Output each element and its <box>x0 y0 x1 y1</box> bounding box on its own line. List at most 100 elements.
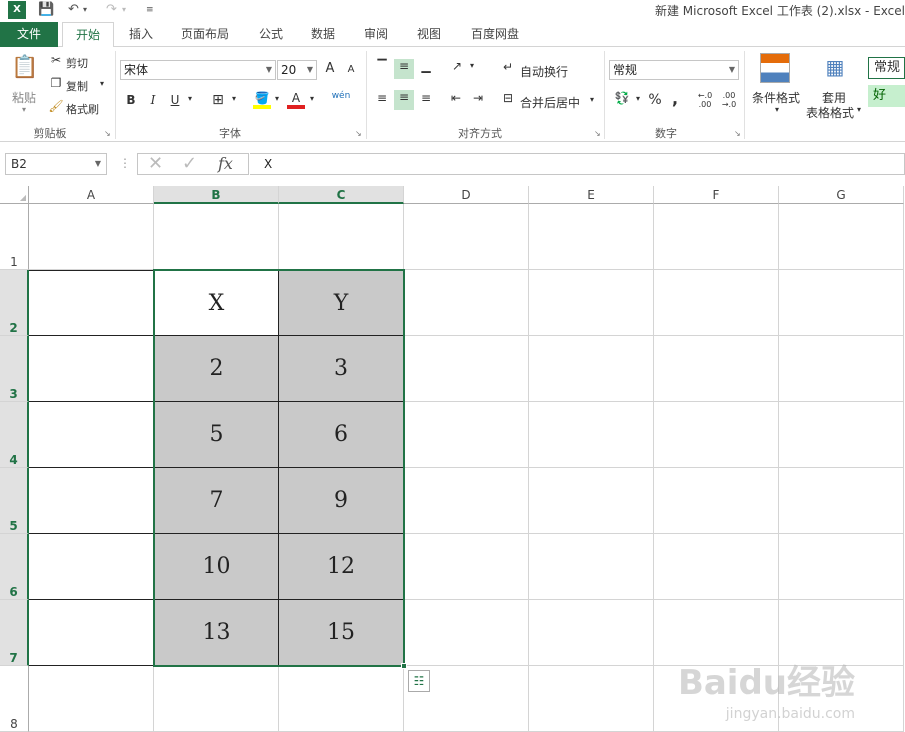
bordered-cell-a2[interactable] <box>29 270 154 336</box>
cell-d3[interactable] <box>404 336 529 402</box>
cell-d5[interactable] <box>404 468 529 534</box>
row-header-3[interactable]: 3 <box>0 336 29 402</box>
font-color-icon[interactable]: A <box>287 91 305 109</box>
cell-c1[interactable] <box>279 204 404 270</box>
cell-d7[interactable] <box>404 600 529 666</box>
tab-file[interactable]: 文件 <box>0 22 58 47</box>
customize-toolbar-icon[interactable]: ≡ <box>146 1 154 19</box>
accounting-format-icon[interactable]: 💱 <box>612 91 632 105</box>
data-cell-b5[interactable]: 7 <box>154 468 279 534</box>
format-painter-button[interactable]: 格式刷 <box>66 101 99 117</box>
data-cell-c7[interactable]: 15 <box>279 600 404 666</box>
underline-button[interactable]: U <box>168 93 182 107</box>
decrease-decimal-icon[interactable]: .00 →.0 <box>720 91 738 109</box>
bold-button[interactable]: B <box>124 93 138 107</box>
accounting-dropdown-icon[interactable]: ▾ <box>634 94 642 103</box>
scissors-icon[interactable]: ✂ <box>48 53 64 67</box>
tab-home[interactable]: 开始 <box>62 22 114 48</box>
formula-input[interactable]: X <box>250 153 905 175</box>
cell-f3[interactable] <box>654 336 779 402</box>
data-cell-c3[interactable]: 3 <box>279 336 404 402</box>
tab-formulas[interactable]: 公式 <box>248 22 294 47</box>
select-all-corner[interactable]: ◢ <box>0 186 29 204</box>
data-cell-b6[interactable]: 10 <box>154 534 279 600</box>
cell-f5[interactable] <box>654 468 779 534</box>
conditional-formatting-button[interactable]: 条件格式 <box>752 89 800 106</box>
column-header-g[interactable]: G <box>779 186 904 204</box>
tab-view[interactable]: 视图 <box>406 22 452 47</box>
font-name-select[interactable]: 宋体 ▼ <box>120 60 276 80</box>
grow-font-icon[interactable]: A <box>322 61 338 76</box>
cell-g1[interactable] <box>779 204 904 270</box>
column-header-f[interactable]: F <box>654 186 779 204</box>
increase-indent-icon[interactable]: ⇥ <box>470 91 486 105</box>
number-format-select[interactable]: 常规 ▼ <box>609 60 739 80</box>
align-left-icon[interactable]: ≡ <box>374 91 390 105</box>
row-header-8[interactable]: 8 <box>0 666 29 732</box>
cell-g2[interactable] <box>779 270 904 336</box>
redo-icon[interactable]: ↷ <box>106 1 117 19</box>
increase-decimal-icon[interactable]: ←.0.00 <box>696 91 714 109</box>
row-header-4[interactable]: 4 <box>0 402 29 468</box>
column-header-c[interactable]: C <box>279 186 404 204</box>
cut-button[interactable]: 剪切 <box>66 55 88 71</box>
paste-button[interactable]: 粘贴 <box>12 89 36 106</box>
align-middle-icon[interactable]: ≡ <box>394 59 414 79</box>
align-bottom-icon[interactable]: ▁ <box>418 59 434 73</box>
style-normal[interactable]: 常规 <box>868 57 905 79</box>
bordered-cell-a5[interactable] <box>29 468 154 534</box>
row-header-6[interactable]: 6 <box>0 534 29 600</box>
tab-baidu-netdisk[interactable]: 百度网盘 <box>460 22 530 47</box>
row-header-7[interactable]: 7 <box>0 600 29 666</box>
data-cell-b7[interactable]: 13 <box>154 600 279 666</box>
cell-d6[interactable] <box>404 534 529 600</box>
data-cell-b3[interactable]: 2 <box>154 336 279 402</box>
cell-e1[interactable] <box>529 204 654 270</box>
cell-d2[interactable] <box>404 270 529 336</box>
tab-page-layout[interactable]: 页面布局 <box>170 22 240 47</box>
comma-button[interactable]: , <box>670 89 680 108</box>
bordered-cell-a6[interactable] <box>29 534 154 600</box>
bordered-cell-a4[interactable] <box>29 402 154 468</box>
borders-icon[interactable]: ⊞ <box>210 92 226 108</box>
merge-dropdown-icon[interactable]: ▾ <box>588 95 596 104</box>
cell-a1[interactable] <box>29 204 154 270</box>
bordered-cell-a3[interactable] <box>29 336 154 402</box>
conditional-dropdown-icon[interactable]: ▾ <box>773 105 781 114</box>
row-header-2[interactable]: 2 <box>0 270 29 336</box>
phonetic-guide-icon[interactable]: wén <box>330 91 352 101</box>
borders-dropdown-icon[interactable]: ▾ <box>230 94 238 103</box>
merge-center-button[interactable]: 合并后居中 <box>520 94 580 111</box>
cell-f6[interactable] <box>654 534 779 600</box>
data-cell-b4[interactable]: 5 <box>154 402 279 468</box>
data-cell-c2[interactable]: Y <box>279 270 404 336</box>
wrap-text-icon[interactable]: ↵ <box>500 60 516 74</box>
number-launcher-icon[interactable]: ↘ <box>734 129 741 138</box>
underline-dropdown-icon[interactable]: ▾ <box>186 94 194 103</box>
cell-d4[interactable] <box>404 402 529 468</box>
column-header-d[interactable]: D <box>404 186 529 204</box>
save-icon[interactable]: 💾 <box>38 1 54 19</box>
data-cell-c4[interactable]: 6 <box>279 402 404 468</box>
format-table-dropdown-icon[interactable]: ▾ <box>855 105 863 114</box>
undo-dropdown-icon[interactable]: ▾ <box>83 1 87 19</box>
undo-icon[interactable]: ↶ <box>68 1 79 19</box>
format-as-table-icon[interactable]: ▦ <box>820 55 850 83</box>
orientation-icon[interactable]: ↗ <box>448 59 466 73</box>
align-center-icon[interactable]: ≡ <box>394 90 414 110</box>
decrease-indent-icon[interactable]: ⇤ <box>448 91 464 105</box>
bordered-cell-a7[interactable] <box>29 600 154 666</box>
worksheet[interactable]: ◢ ABCDEFG 12345678 X Y 2 3 5 6 7 9 10 12 13 15 ☷ Ba… <box>0 186 905 732</box>
cell-e4[interactable] <box>529 402 654 468</box>
cell-e3[interactable] <box>529 336 654 402</box>
font-launcher-icon[interactable]: ↘ <box>355 129 362 138</box>
align-right-icon[interactable]: ≡ <box>418 91 434 105</box>
paste-dropdown-icon[interactable]: ▾ <box>22 105 26 114</box>
cell-g5[interactable] <box>779 468 904 534</box>
fill-handle[interactable] <box>401 663 407 669</box>
row-header-5[interactable]: 5 <box>0 468 29 534</box>
copy-icon[interactable]: ❐ <box>48 76 64 90</box>
font-size-select[interactable]: 20 ▼ <box>277 60 317 80</box>
copy-button[interactable]: 复制 <box>66 78 88 94</box>
name-box[interactable]: B2 ▼ <box>5 153 107 175</box>
